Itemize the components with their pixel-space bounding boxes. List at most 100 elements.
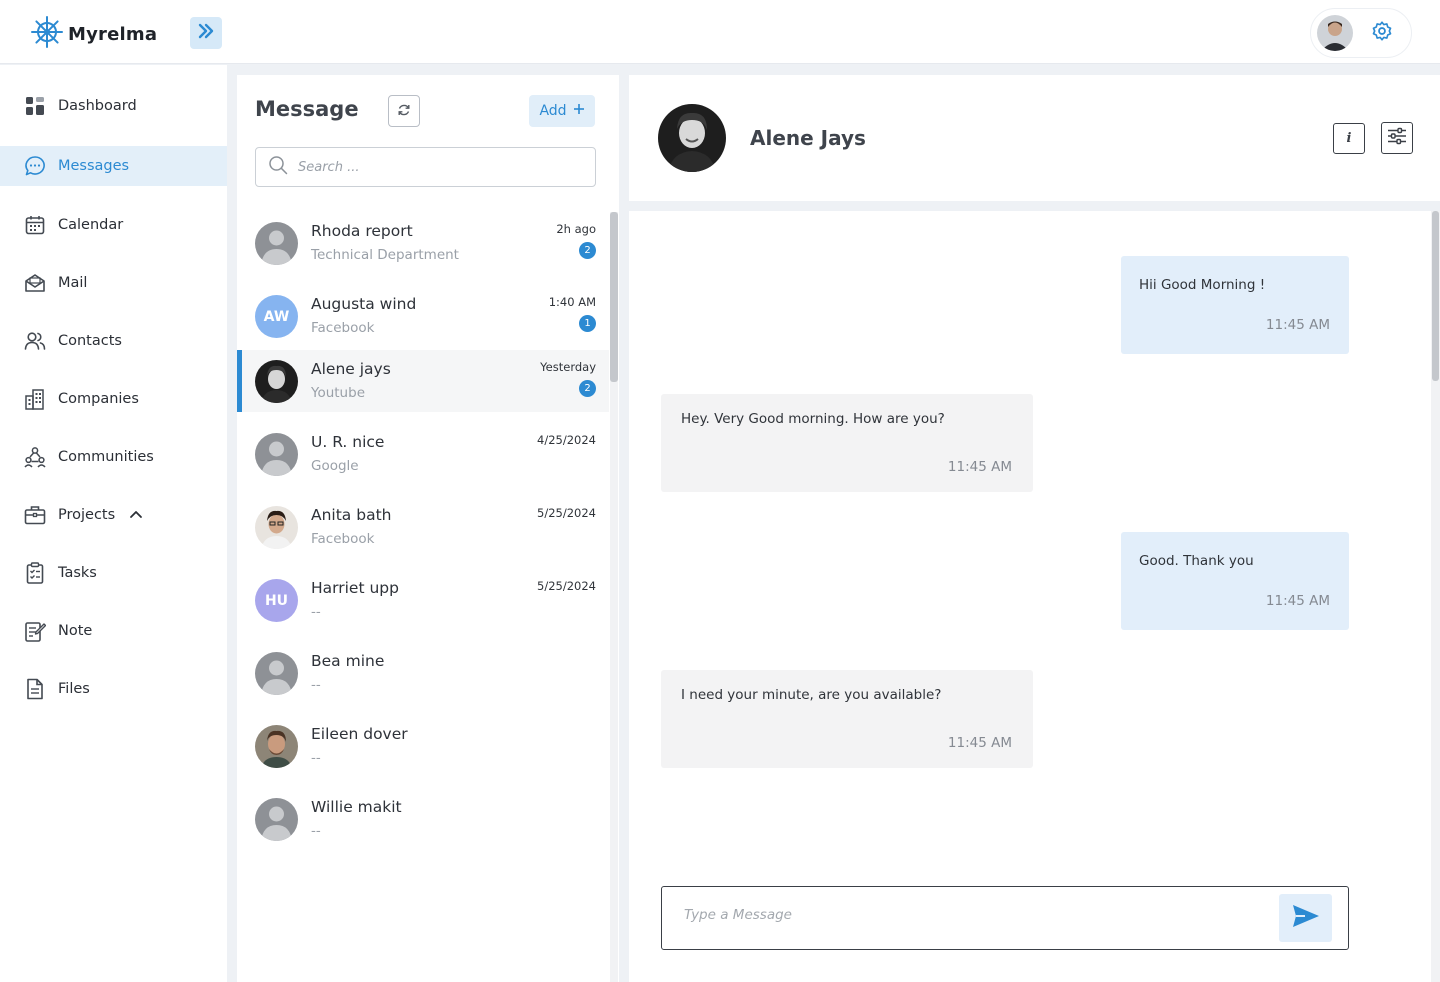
sidebar-item-contacts[interactable]: Contacts [0,321,227,361]
info-button[interactable]: i [1333,123,1365,154]
sidebar-item-label: Note [58,623,93,639]
chat-scrollbar[interactable] [1431,211,1440,982]
refresh-button[interactable] [388,95,420,127]
chat-settings-button[interactable] [1381,122,1413,154]
mail-icon [24,272,46,294]
unread-badge: 2 [579,242,596,259]
ship-wheel-icon [30,15,64,53]
unread-badge: 2 [579,380,596,397]
conversation-item[interactable]: U. R. nice Google 4/25/2024 [237,423,609,485]
conversation-list-panel: Message Add Rhoda report Technical Depart… [237,75,619,982]
sidebar-item-projects[interactable]: Projects [0,495,227,535]
contact-name: Anita bath [311,506,392,524]
sidebar-item-note[interactable]: Note [0,611,227,651]
unread-badge: 1 [579,315,596,332]
chat-bubble-icon [24,155,46,177]
conversation-time: 5/25/2024 [537,579,596,593]
message-time: 11:45 AM [947,735,1012,751]
sidebar-item-label: Messages [58,158,130,174]
conversation-item[interactable]: HU Harriet upp -- 5/25/2024 [237,569,609,631]
conversation-item[interactable]: Anita bath Facebook 5/25/2024 [237,496,609,558]
sidebar-item-messages[interactable]: Messages [0,146,227,186]
message-time: 11:45 AM [1265,317,1330,333]
contact-name: Bea mine [311,652,385,670]
add-conversation-button[interactable]: Add [529,95,595,127]
briefcase-icon [24,504,46,526]
sidebar-item-label: Projects [58,507,116,523]
calendar-icon [24,214,46,236]
conversation-item[interactable]: AW Augusta wind Facebook 1:40 AM 1 [237,285,609,347]
conversation-source: Technical Department [311,247,459,263]
scroll-thumb[interactable] [1432,211,1439,381]
conversation-item[interactable]: Alene jays Youtube Yesterday 2 [237,350,609,412]
sidebar-item-files[interactable]: Files [0,669,227,709]
conversation-item[interactable]: Willie makit -- [237,788,609,850]
conversation-time: 5/25/2024 [537,506,596,520]
double-chevron-right-icon [197,22,215,44]
contact-name: Eileen dover [311,725,408,743]
sidebar-item-companies[interactable]: Companies [0,379,227,419]
add-button-label: Add [539,103,567,119]
conversation-scrollbar[interactable] [610,212,618,982]
app-logo[interactable]: Myrelma [30,15,157,53]
message-bubble-received: Hey. Very Good morning. How are you? 11:… [661,394,1033,492]
file-icon [24,678,46,700]
conversation-source: -- [311,677,321,693]
contact-avatar [255,360,298,403]
contact-avatar [255,433,298,476]
message-input[interactable] [684,907,1244,923]
note-icon [24,620,46,642]
app-name: Myrelma [68,23,158,45]
scroll-thumb[interactable] [610,212,618,382]
sidebar-item-communities[interactable]: Communities [0,437,227,477]
user-controls [1310,8,1412,58]
message-text: I need your minute, are you available? [681,687,942,703]
conversation-item[interactable]: Bea mine -- [237,642,609,704]
contact-name: Willie makit [311,798,402,816]
message-text: Hey. Very Good morning. How are you? [681,411,945,427]
gear-icon[interactable] [1371,20,1393,46]
top-bar: Myrelma [0,0,1440,64]
conversation-item[interactable]: Rhoda report Technical Department 2h ago 2 [237,212,609,274]
panel-title: Message [255,97,359,121]
search-icon [268,155,288,179]
conversation-source: Facebook [311,320,375,336]
message-bubble-sent: Good. Thank you 11:45 AM [1121,532,1349,630]
contact-name: Rhoda report [311,222,413,240]
contact-avatar[interactable] [658,104,726,172]
search-input[interactable] [298,159,578,175]
contact-avatar [255,222,298,265]
sidebar-item-tasks[interactable]: Tasks [0,553,227,593]
contact-avatar [255,798,298,841]
conversation-item[interactable]: Eileen dover -- [237,715,609,777]
sidebar-item-calendar[interactable]: Calendar [0,205,227,245]
contact-name: Harriet upp [311,579,399,597]
sidebar-item-label: Tasks [58,565,97,581]
conversation-source: -- [311,823,321,839]
contact-name: Alene jays [311,360,391,378]
conversation-source: Facebook [311,531,375,547]
send-button[interactable] [1279,894,1332,942]
chat-header: Alene Jays i [629,75,1440,201]
contact-avatar: AW [255,295,298,338]
user-avatar[interactable] [1317,15,1353,51]
message-bubble-sent: Hii Good Morning ! 11:45 AM [1121,256,1349,354]
contact-name: Alene Jays [750,126,866,150]
info-icon: i [1346,131,1352,146]
clipboard-check-icon [24,562,46,584]
search-field [255,147,596,187]
conversation-time: 1:40 AM [548,295,596,309]
sidebar-item-dashboard[interactable]: Dashboard [0,86,227,126]
contact-avatar: HU [255,579,298,622]
plus-icon [573,103,585,119]
expand-sidebar-button[interactable] [190,17,222,49]
sidebar-item-label: Files [58,681,90,697]
sidebar-item-mail[interactable]: Mail [0,263,227,303]
sidebar-item-label: Communities [58,449,154,465]
chevron-up-icon[interactable] [129,507,143,523]
message-time: 11:45 AM [947,459,1012,475]
conversation-source: Google [311,458,359,474]
sidebar-item-label: Companies [58,391,139,407]
contacts-icon [24,330,46,352]
sidebar: Dashboard Messages Calendar Mail Contact… [0,65,227,982]
